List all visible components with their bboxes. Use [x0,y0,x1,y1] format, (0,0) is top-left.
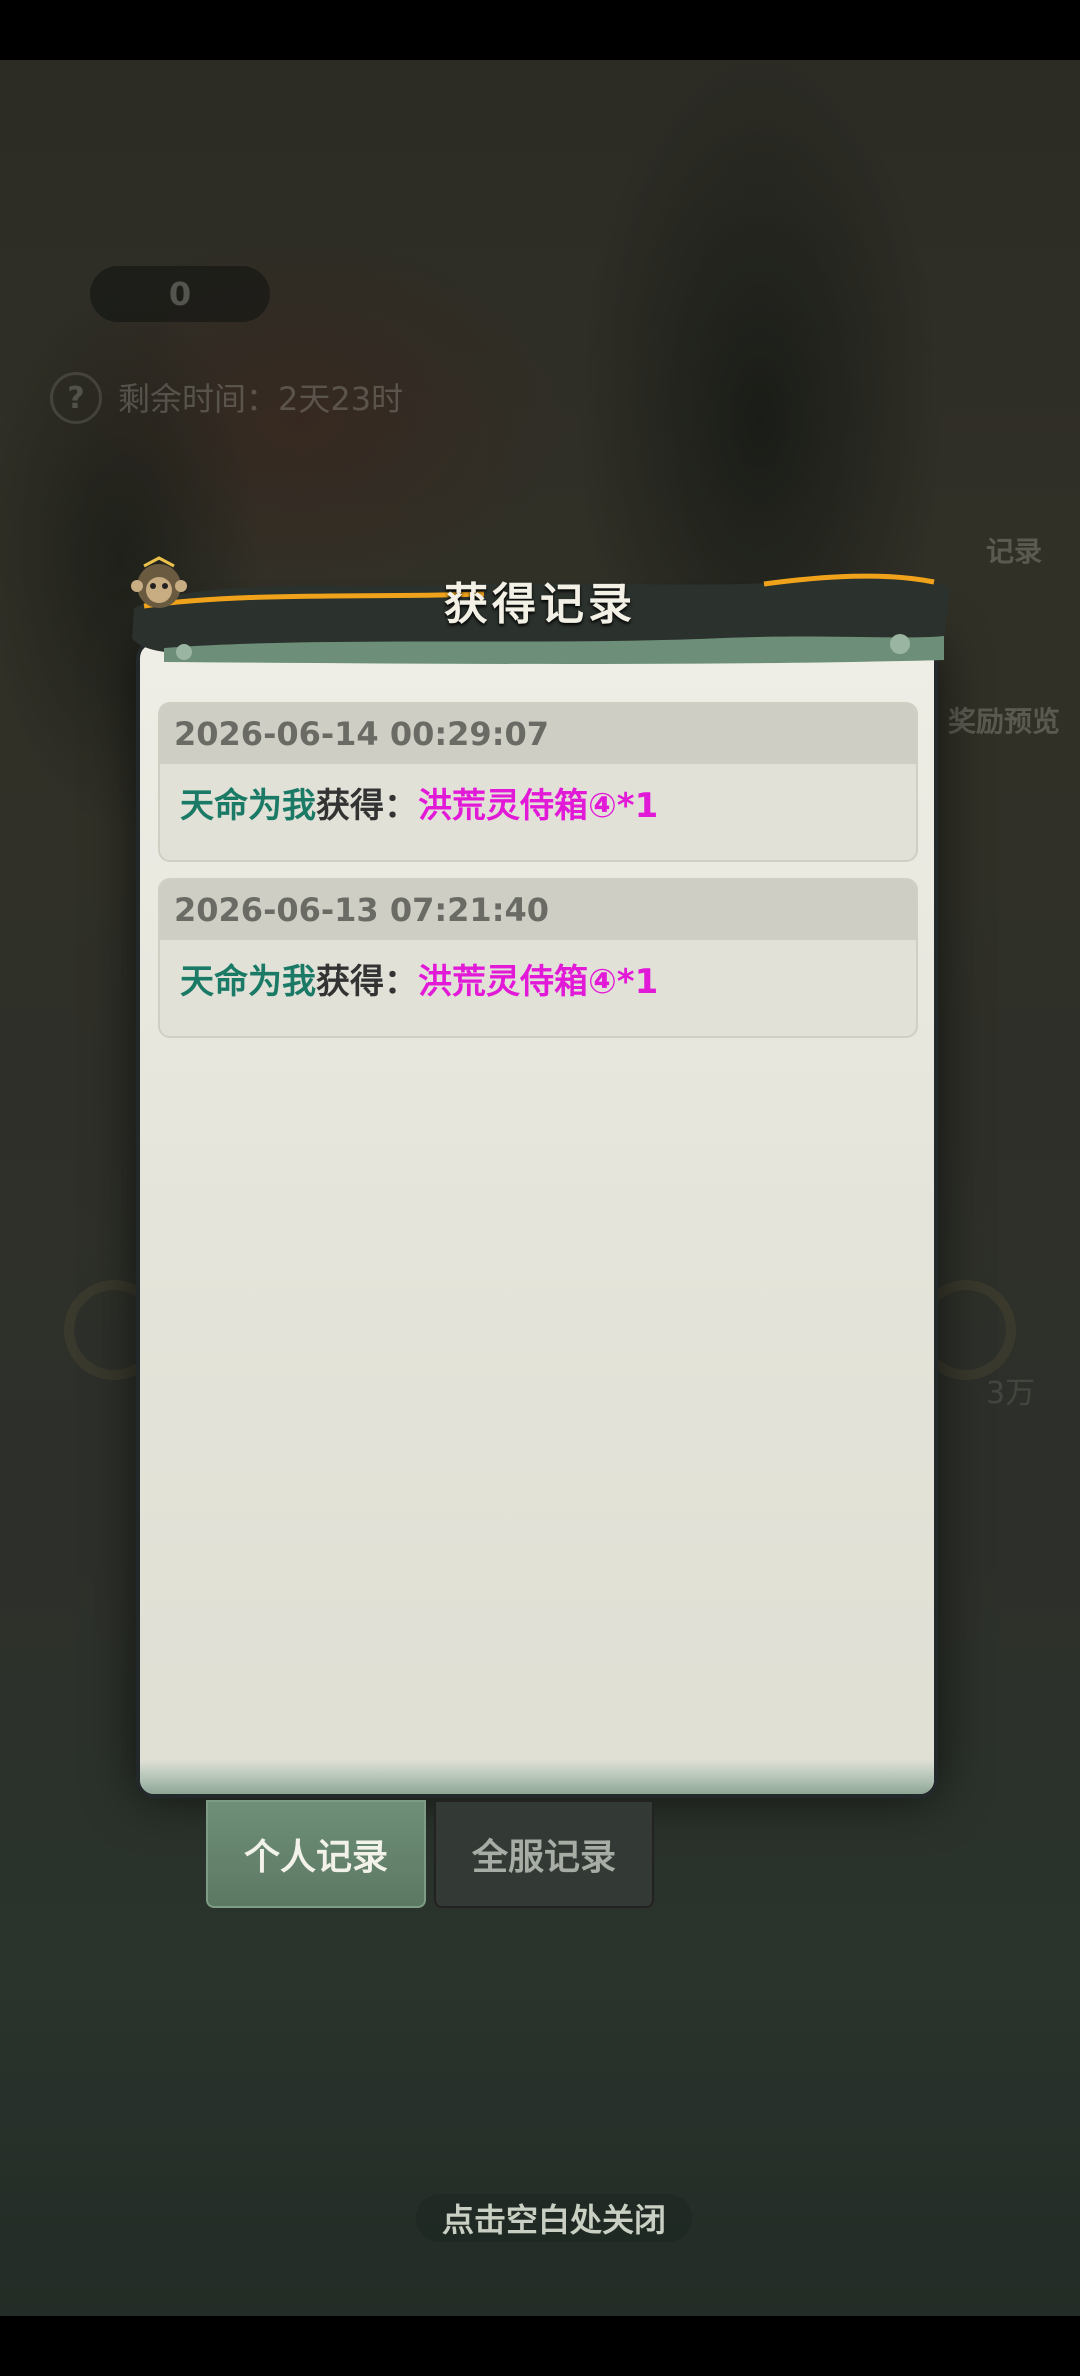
dialog-cloud-decoration [140,1760,934,1794]
dialog-title-banner: 获得记录 [124,548,956,666]
record-item-name: 洪荒灵侍箱④*1 [418,786,659,826]
record-detail: 天命为我获得：洪荒灵侍箱④*1 [160,764,916,827]
tab-personal-records[interactable]: 个人记录 [206,1800,426,1908]
tab-server-records[interactable]: 全服记录 [434,1800,654,1908]
record-detail: 天命为我获得：洪荒灵侍箱④*1 [160,940,916,1003]
record-player-name: 天命为我 [180,786,316,826]
record-timestamp: 2026-06-13 07:21:40 [160,880,916,940]
record-timestamp: 2026-06-14 00:29:07 [160,704,916,764]
screen: 0 ? 剩余时间：2天23时 记录 奖励预览 3万 获得记录 2026-06-1… [0,0,1080,2376]
status-bar [0,0,1080,60]
navigation-bar [0,2316,1080,2376]
tab-server-records-label: 全服记录 [471,1837,616,1878]
close-hint[interactable]: 点击空白处关闭 [416,2194,692,2242]
record-item: 2026-06-14 00:29:07 天命为我获得：洪荒灵侍箱④*1 [158,702,918,862]
dialog-title: 获得记录 [444,579,636,630]
record-list[interactable]: 2026-06-14 00:29:07 天命为我获得：洪荒灵侍箱④*1 2026… [158,702,918,1054]
record-verb: 获得： [316,962,418,1002]
record-player-name: 天命为我 [180,962,316,1002]
record-item: 2026-06-13 07:21:40 天命为我获得：洪荒灵侍箱④*1 [158,878,918,1038]
record-item-name: 洪荒灵侍箱④*1 [418,962,659,1002]
record-verb: 获得： [316,786,418,826]
tab-personal-records-label: 个人记录 [243,1837,388,1878]
